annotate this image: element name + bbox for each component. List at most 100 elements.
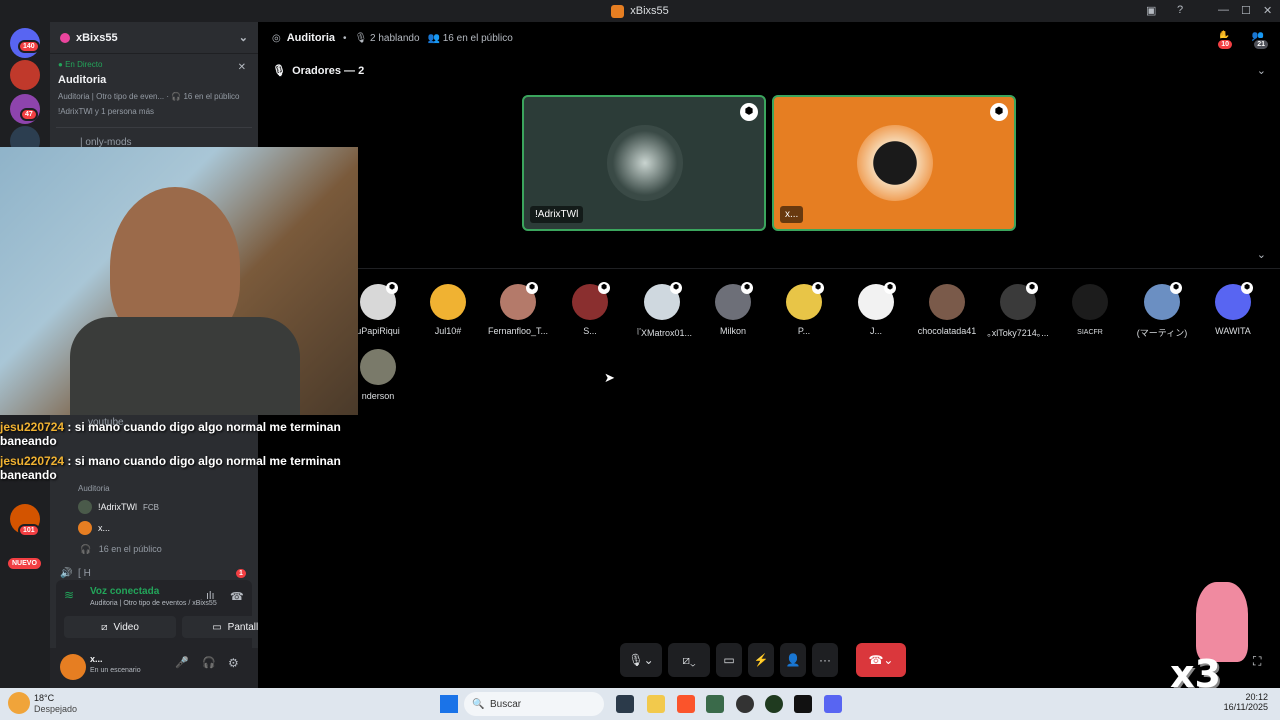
app-icon (611, 4, 625, 18)
audience-member[interactable]: ⬢ 『XMatrox01... (630, 282, 694, 339)
audience-member[interactable]: ⬢ (マーティン) (1130, 282, 1194, 339)
speaking-count: 2 hablando (370, 32, 420, 44)
app-icon[interactable] (706, 695, 724, 713)
live-status-text: En Directo (65, 60, 103, 69)
chat-user: jesu220724 (0, 420, 65, 434)
audience-member[interactable]: ⬢ S... (558, 282, 622, 336)
close-button[interactable]: ✕ (1263, 4, 1272, 17)
stage-speaker-row[interactable]: x... (78, 521, 110, 535)
sticker-image (1196, 582, 1248, 662)
camera-toggle[interactable]: ⧄⌄ (668, 643, 710, 677)
stage-listeners-text: 16 en el público (98, 544, 162, 554)
stage-listeners-row[interactable]: 🎧 16 en el público (80, 544, 162, 555)
audience-member[interactable]: ⬢ J... (844, 282, 908, 336)
obs-icon[interactable] (736, 695, 754, 713)
avatar (929, 284, 965, 320)
moderation-button[interactable]: 👤 (780, 643, 806, 677)
clock[interactable]: 20:12 16/11/2025 (1218, 692, 1268, 712)
video-off-icon: ⧄ (101, 621, 108, 633)
audience-member[interactable]: ⬢ Milkon (701, 282, 765, 336)
headphones-icon: 🎧 (171, 92, 182, 101)
server-header[interactable]: xBixs55 ⌄ (50, 22, 258, 54)
microphone-toggle[interactable]: 🎙⌄ (620, 643, 662, 677)
voice-status[interactable]: Voz conectada (90, 586, 159, 597)
audience-member[interactable]: SIACFR (1058, 284, 1122, 336)
minimize-button[interactable]: — (1218, 4, 1229, 16)
live-users: !AdrixTWl y 1 persona más (58, 107, 155, 116)
window-title: xBixs55 (630, 5, 669, 17)
avatar (607, 125, 683, 201)
member-name: uPapiRiqui (356, 326, 400, 336)
terminal-icon[interactable] (794, 695, 812, 713)
headphones-icon[interactable]: 🎧 (202, 656, 216, 669)
chat-message: jesu220724 : si mano cuando digo algo no… (0, 420, 360, 448)
chevron-down-icon[interactable]: ⌄ (1257, 248, 1266, 261)
brave-browser-icon[interactable] (677, 695, 695, 713)
microphone-icon: 🎙 (354, 32, 368, 44)
stream-chat-overlay: jesu220724 : si mano cuando digo algo no… (0, 420, 360, 482)
audience-member[interactable]: ⬢ P... (772, 282, 836, 336)
chevron-down-icon[interactable]: ⌄ (239, 31, 248, 44)
discord-icon[interactable] (824, 695, 842, 713)
stage-label: Auditoria (78, 484, 110, 493)
user-name[interactable]: x... (90, 654, 103, 664)
audience-member[interactable]: ⬢ Fernanfloo_T... (486, 282, 550, 336)
taskbar-search[interactable]: 🔍 Buscar (464, 692, 604, 716)
weather-desc[interactable]: Despejado (34, 704, 77, 714)
clock-time: 20:12 (1245, 692, 1268, 702)
audience-member[interactable]: ⬢ ｡xlToky7214｡... (986, 282, 1050, 339)
server-badge: 47 (20, 108, 38, 121)
windows-start-icon[interactable] (440, 695, 458, 713)
avatar[interactable] (60, 654, 86, 680)
avatar (78, 521, 92, 535)
member-name: P... (797, 326, 811, 336)
people-badge: 21 (1252, 38, 1270, 51)
leave-stage-button[interactable]: ☎⌄ (856, 643, 906, 677)
member-name: WAWITA (1215, 326, 1251, 336)
noise-icon[interactable]: ılı (206, 590, 215, 602)
new-badge[interactable]: NUEVO (6, 556, 43, 571)
chevron-down-icon[interactable]: ⌄ (1257, 64, 1266, 77)
channel-h[interactable]: 🔊 [ H (60, 568, 91, 579)
user-shield-icon: 👤 (785, 653, 801, 667)
badge-icon: ⬢ (741, 282, 753, 294)
fullscreen-icon[interactable]: ⛶ (1253, 654, 1261, 669)
live-stage-card[interactable]: ● En Directo ✕ Auditoria Auditoria | Otr… (56, 60, 252, 128)
microphone-icon[interactable]: 🎤 (175, 656, 189, 669)
app-icon[interactable] (765, 695, 783, 713)
speaker-tag: FCB (143, 502, 159, 512)
audience-member[interactable]: Jul10# (416, 284, 480, 336)
video-button[interactable]: ⧄ Video (64, 616, 176, 638)
audience-member[interactable]: ⬢ WAWITA (1201, 282, 1265, 336)
inbox-icon[interactable]: ▣ (1146, 4, 1156, 17)
stage-speaker-row[interactable]: !AdrixTWl FCB (78, 500, 159, 514)
speakers-header[interactable]: 🎙 Oradores — 2 (272, 64, 364, 77)
server-icon[interactable] (10, 60, 40, 90)
help-icon[interactable]: ? (1177, 4, 1183, 16)
speaker-name: x... (780, 206, 804, 223)
task-view-icon[interactable] (616, 695, 634, 713)
activity-button[interactable]: ⚡ (748, 643, 774, 677)
divider (258, 268, 1280, 269)
stage-main: ◎ Auditoria • 🎙 2 hablando 👥 16 en el pú… (258, 22, 1280, 688)
speaker-name: !AdrixTWl (530, 206, 584, 223)
close-icon[interactable]: ✕ (238, 62, 246, 73)
speaker-name: !AdrixTWl (98, 502, 137, 512)
badge-icon: ⬢ (598, 282, 610, 294)
more-options-button[interactable]: ··· (812, 643, 838, 677)
search-icon: 🔍 (472, 698, 485, 710)
live-title: Auditoria (58, 74, 107, 86)
disconnect-icon[interactable]: ☎ (230, 590, 244, 603)
settings-gear-icon[interactable]: ⚙ (228, 656, 239, 670)
speakers-title: Oradores — 2 (292, 65, 365, 77)
maximize-button[interactable]: ☐ (1241, 4, 1251, 17)
weather-temp[interactable]: 18°C (34, 693, 54, 703)
speaker-tile[interactable]: ⬢ x... (772, 95, 1016, 231)
avatar (1072, 284, 1108, 320)
speaker-tile[interactable]: ⬢ !AdrixTWl (522, 95, 766, 231)
screen-share-button[interactable]: ▭ (716, 643, 742, 677)
avatar: ⬢ (715, 282, 753, 320)
voice-detail[interactable]: Auditoria | Otro tipo de eventos / xBixs… (90, 600, 217, 607)
file-explorer-icon[interactable] (647, 695, 665, 713)
audience-member[interactable]: chocolatada41 (915, 284, 979, 336)
